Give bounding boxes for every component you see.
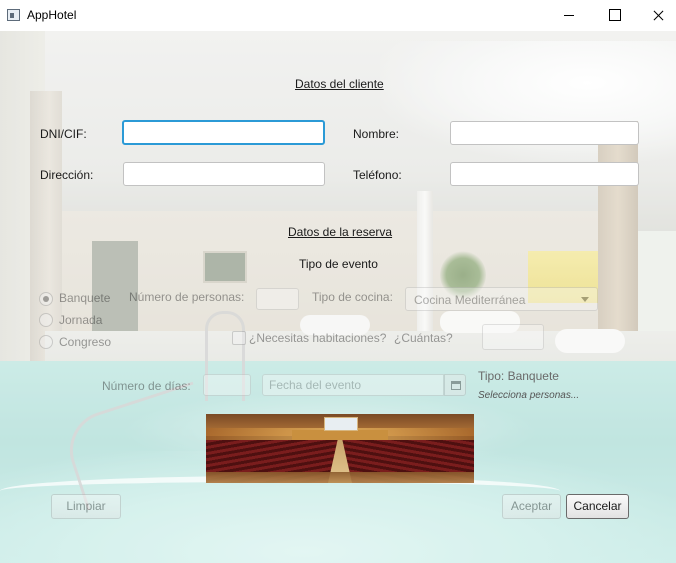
radio-banquete[interactable]	[39, 292, 53, 306]
telefono-label: Teléfono:	[353, 168, 402, 182]
maximize-button[interactable]	[592, 0, 638, 31]
app-window-icon	[7, 9, 20, 21]
habitaciones-checkbox[interactable]	[232, 331, 246, 345]
window-title: AppHotel	[27, 8, 77, 22]
minimize-button[interactable]	[546, 0, 592, 31]
nombre-input[interactable]	[450, 121, 639, 145]
cuantas-input[interactable]	[482, 324, 544, 350]
limpiar-button[interactable]: Limpiar	[51, 494, 121, 519]
personas-input[interactable]	[256, 288, 299, 310]
cancelar-button[interactable]: Cancelar	[566, 494, 629, 519]
chevron-down-icon	[581, 297, 589, 302]
radio-congreso[interactable]	[39, 335, 53, 349]
close-button[interactable]	[637, 0, 676, 31]
radio-banquete-label: Banquete	[59, 291, 111, 305]
dni-label: DNI/CIF:	[40, 127, 87, 141]
direccion-label: Dirección:	[40, 168, 94, 182]
cuantas-label: ¿Cuántas?	[394, 331, 453, 345]
fecha-evento-input[interactable]	[262, 374, 444, 396]
personas-label: Número de personas:	[129, 290, 245, 304]
tipo-info-label: Tipo: Banquete	[478, 369, 559, 383]
dni-input[interactable]	[122, 120, 325, 145]
radio-congreso-label: Congreso	[59, 335, 112, 349]
dias-label: Número de días:	[102, 379, 191, 393]
client-section-title: Datos del cliente	[295, 77, 384, 91]
event-type-title: Tipo de evento	[299, 257, 378, 271]
aceptar-button[interactable]: Aceptar	[502, 494, 561, 519]
cocina-selected-value: Cocina Mediterránea	[414, 293, 526, 307]
tipo-hint-label: Selecciona personas...	[478, 390, 580, 401]
title-bar: AppHotel	[0, 0, 676, 31]
nombre-label: Nombre:	[353, 127, 400, 141]
booking-section-title: Datos de la reserva	[288, 225, 393, 239]
cocina-label: Tipo de cocina:	[312, 290, 393, 304]
radio-jornada[interactable]	[39, 313, 53, 327]
cocina-select[interactable]: Cocina Mediterránea	[405, 287, 598, 311]
auditorium-image	[206, 414, 474, 483]
telefono-input[interactable]	[450, 162, 639, 186]
calendar-button[interactable]	[444, 374, 466, 396]
radio-jornada-label: Jornada	[59, 313, 103, 327]
calendar-icon	[451, 381, 461, 390]
dias-input[interactable]	[203, 374, 251, 396]
direccion-input[interactable]	[123, 162, 325, 186]
habitaciones-label: ¿Necesitas habitaciones?	[249, 331, 387, 345]
